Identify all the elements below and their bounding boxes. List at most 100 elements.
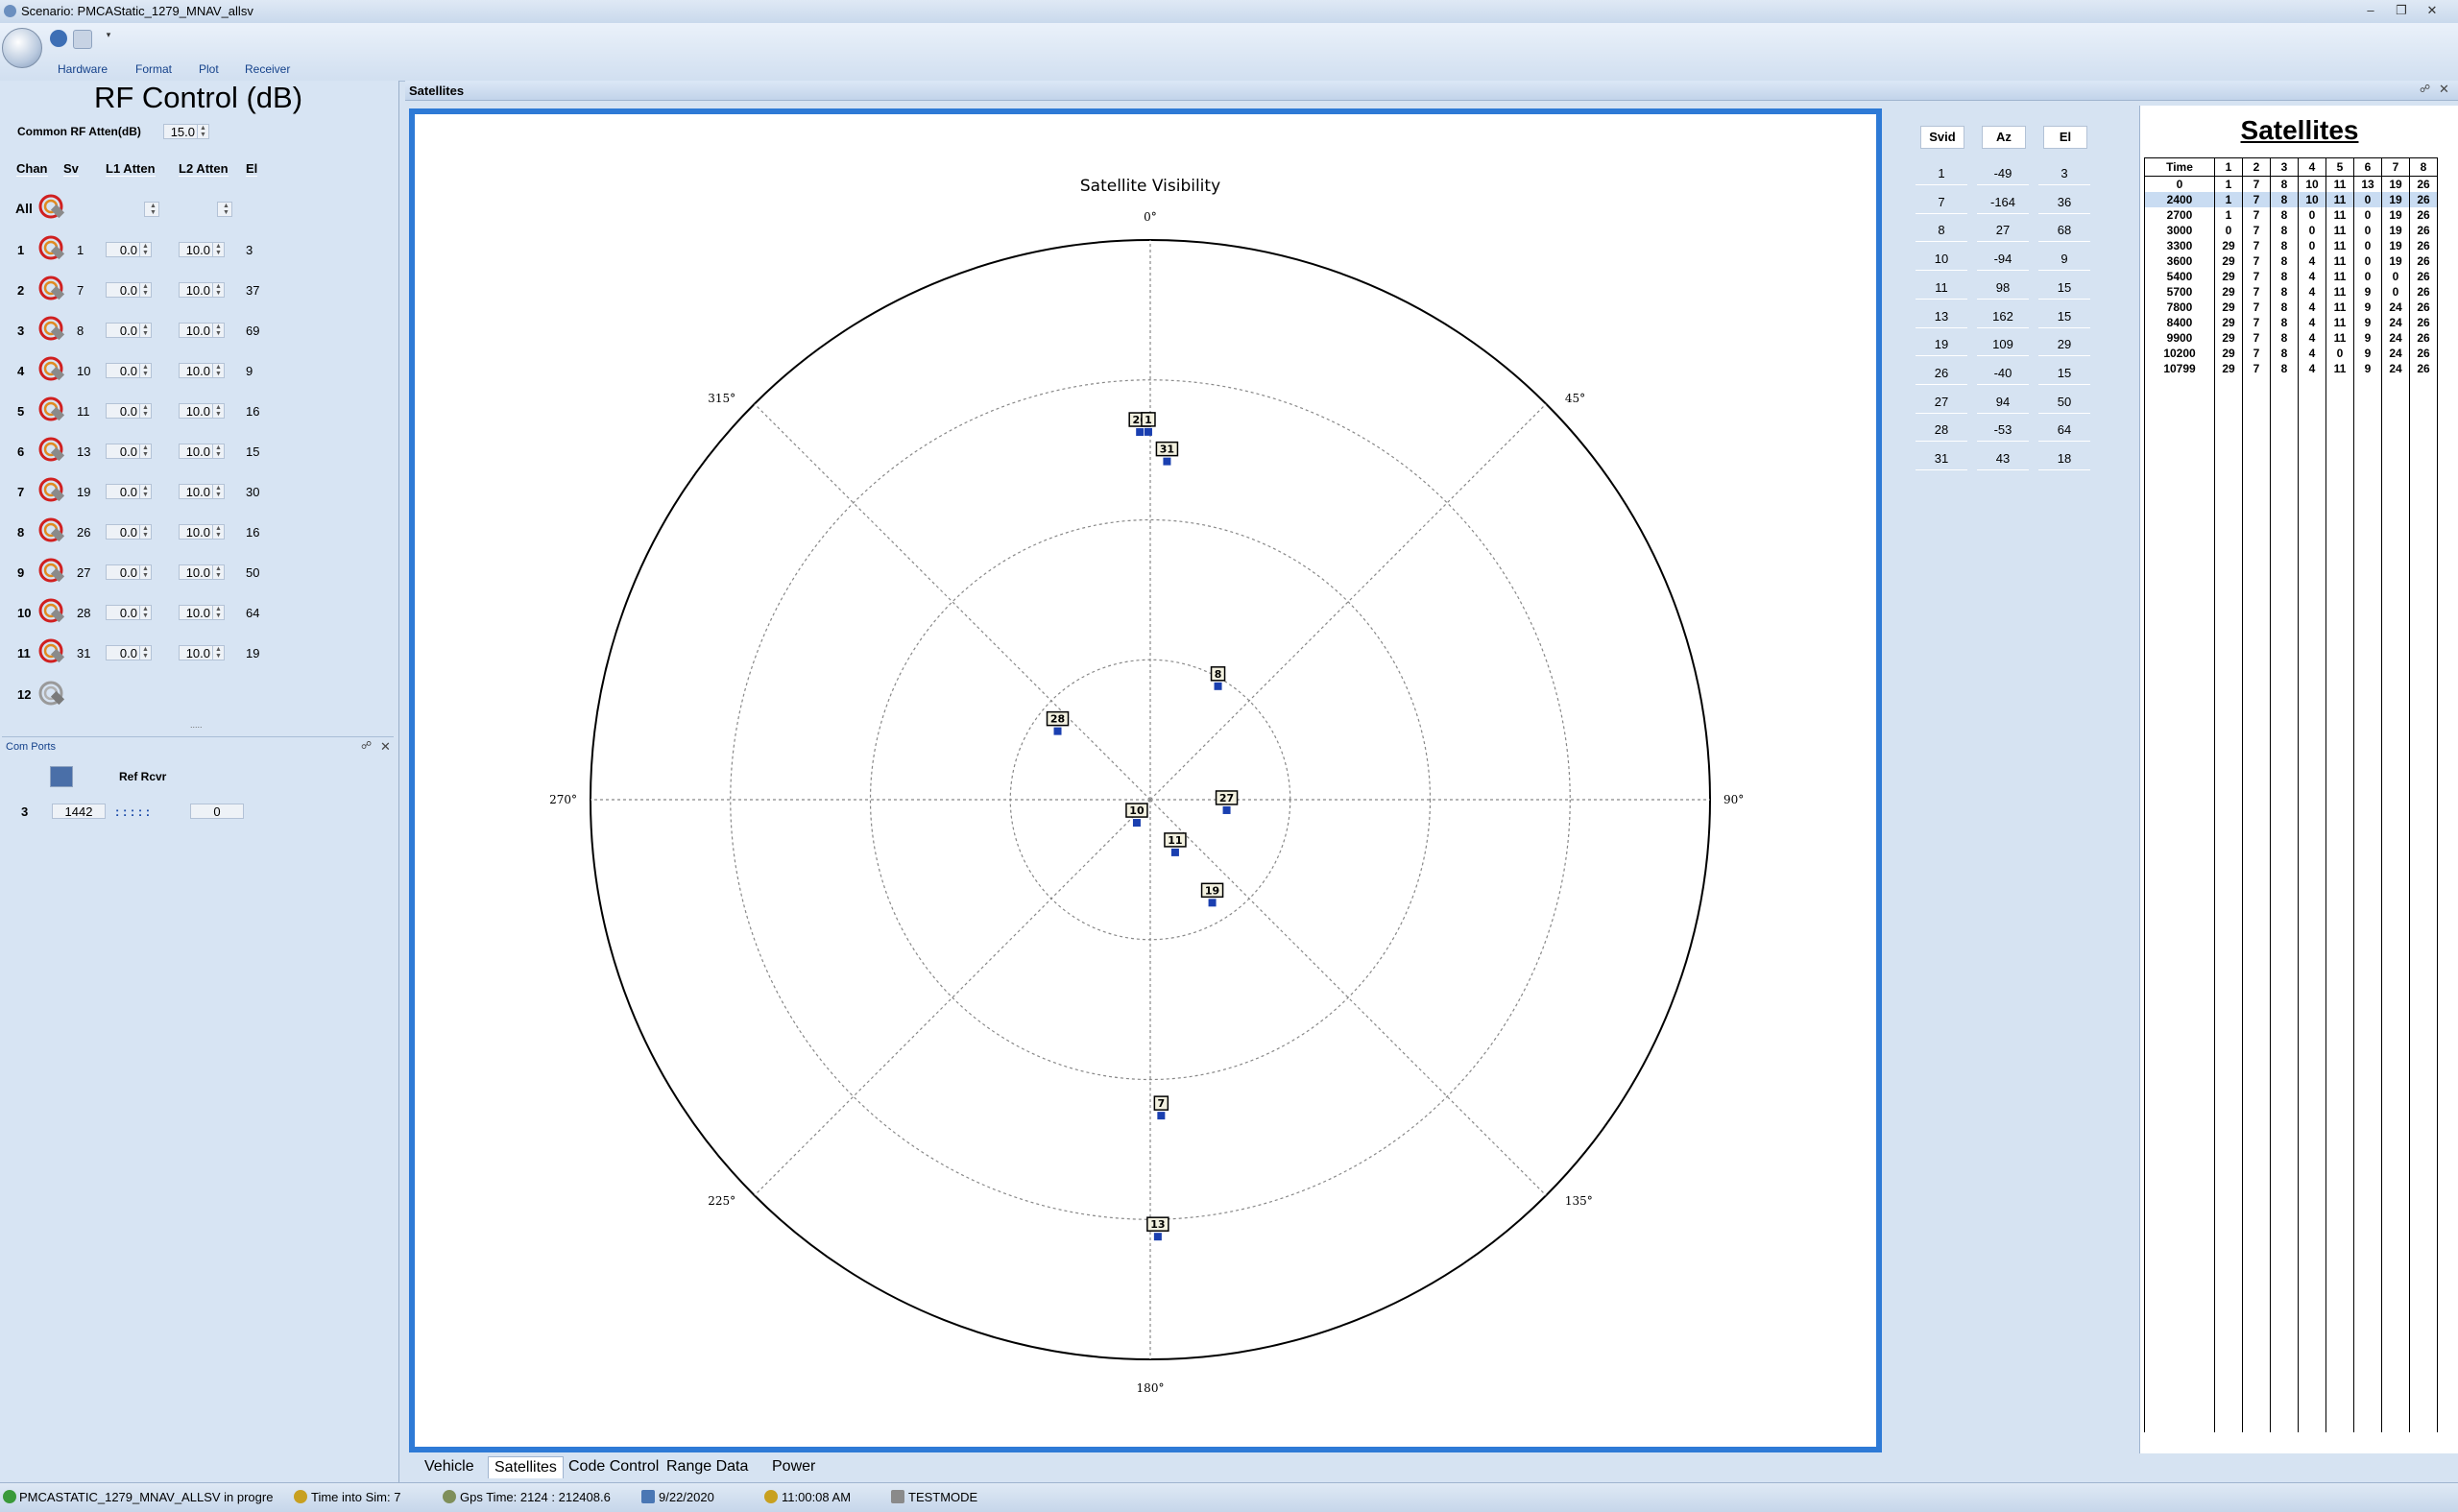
l1-atten-spinner[interactable]: 0.0 ▲ ▼	[106, 524, 152, 540]
schedule-row[interactable]: 7800 29 7 8 4 11 9 24 26	[2144, 300, 2438, 315]
l1-atten-spinner[interactable]: 0.0 ▲ ▼	[106, 323, 152, 338]
spinner-arrows-icon[interactable]: ▲ ▼	[212, 283, 224, 297]
spinner-arrows-icon[interactable]: ▲ ▼	[139, 444, 151, 458]
satellite-marker-11[interactable]: 11	[1164, 832, 1187, 856]
pin-icon[interactable]: ☍	[361, 739, 372, 752]
tab-code-control[interactable]: Code Control	[563, 1456, 664, 1477]
tab-satellites[interactable]: Satellites	[488, 1456, 564, 1478]
satellite-disabled-icon[interactable]	[38, 681, 67, 709]
satellite-marker-13[interactable]: 13	[1146, 1216, 1169, 1241]
l1-atten-spinner[interactable]: 0.0 ▲ ▼	[106, 242, 152, 257]
sv-table-header-az[interactable]: Az	[1982, 126, 2026, 149]
l1-atten-spinner[interactable]: 0.0 ▲ ▼	[106, 444, 152, 459]
spinner-arrows-icon[interactable]: ▲ ▼	[212, 364, 224, 377]
spinner-arrows-icon[interactable]: ▲ ▼	[212, 525, 224, 539]
tab-range-data[interactable]: Range Data	[661, 1456, 754, 1477]
spinner-arrows-icon[interactable]: ▲ ▼	[139, 283, 151, 297]
l1-atten-spinner[interactable]: 0.0 ▲ ▼	[106, 605, 152, 620]
satellite-marker-28[interactable]: 28	[1046, 710, 1070, 735]
l2-atten-spinner[interactable]: 10.0 ▲ ▼	[179, 605, 225, 620]
schedule-row[interactable]: 5400 29 7 8 4 11 0 0 26	[2144, 269, 2438, 284]
spinner-arrows-icon[interactable]: ▲ ▼	[139, 525, 151, 539]
tab-vehicle[interactable]: Vehicle	[419, 1456, 480, 1477]
spinner-arrows-icon[interactable]: ▲ ▼	[139, 646, 151, 660]
l1-atten-spinner[interactable]: 0.0 ▲ ▼	[106, 645, 152, 660]
pane-pin-icon[interactable]: ☍	[2420, 83, 2430, 95]
common-rf-atten-spinner[interactable]: 15.0 ▲ ▼	[163, 124, 209, 139]
l2-atten-spinner[interactable]: 10.0 ▲ ▼	[179, 403, 225, 419]
splitter-grip[interactable]: .....	[190, 720, 203, 730]
schedule-row[interactable]: 8400 29 7 8 4 11 9 24 26	[2144, 315, 2438, 330]
spinner-arrows-icon[interactable]: ▲ ▼	[139, 606, 151, 619]
l1-atten-spinner[interactable]: 0.0 ▲ ▼	[106, 484, 152, 499]
satellite-icon[interactable]	[38, 356, 67, 385]
spinner-arrows-icon[interactable]: ▲ ▼	[212, 404, 224, 418]
satellite-marker-19[interactable]: 19	[1200, 882, 1224, 907]
l2-atten-spinner[interactable]: 10.0 ▲ ▼	[179, 282, 225, 298]
application-orb-button[interactable]	[2, 28, 42, 68]
schedule-row[interactable]: 0 1 7 8 10 11 13 19 26	[2144, 176, 2438, 192]
schedule-row[interactable]: 2400 1 7 8 10 11 0 19 26	[2144, 192, 2438, 207]
l1-atten-spinner[interactable]: 0.0 ▲ ▼	[106, 363, 152, 378]
satellite-icon[interactable]	[38, 235, 67, 264]
menu-format[interactable]: Format	[135, 62, 172, 76]
info-icon[interactable]	[50, 30, 67, 47]
spinner-arrows-icon[interactable]: ▲ ▼	[212, 485, 224, 498]
maximize-button[interactable]: ❐	[2391, 3, 2412, 18]
spinner-arrows-icon[interactable]: ▲ ▼	[139, 324, 151, 337]
l2-atten-spinner[interactable]: 10.0 ▲ ▼	[179, 363, 225, 378]
spinner-arrows-icon[interactable]: ▲ ▼	[139, 565, 151, 579]
spinner-arrows-icon[interactable]: ▲ ▼	[212, 324, 224, 337]
minimize-button[interactable]: –	[2360, 3, 2381, 18]
spinner-arrows-icon[interactable]: ▲ ▼	[139, 404, 151, 418]
schedule-row[interactable]: 10200 29 7 8 4 0 9 24 26	[2144, 346, 2438, 361]
all-l1-spinner[interactable]: ▲ ▼	[144, 202, 159, 217]
satellite-icon[interactable]	[38, 598, 67, 627]
spinner-arrows-icon[interactable]: ▲ ▼	[212, 243, 224, 256]
close-com-ports-icon[interactable]: ✕	[380, 739, 391, 755]
spinner-arrows-icon[interactable]: ▲ ▼	[139, 364, 151, 377]
schedule-row[interactable]: 3000 0 7 8 0 11 0 19 26	[2144, 223, 2438, 238]
satellite-marker-8[interactable]: 8	[1210, 666, 1226, 690]
l2-atten-spinner[interactable]: 10.0 ▲ ▼	[179, 323, 225, 338]
menu-receiver[interactable]: Receiver	[245, 62, 290, 76]
satellite-icon[interactable]	[38, 558, 67, 587]
satellite-icon[interactable]	[38, 638, 67, 667]
satellite-icon[interactable]	[38, 396, 67, 425]
spinner-arrows-icon[interactable]: ▲ ▼	[212, 565, 224, 579]
com-port-field[interactable]: 1442	[52, 804, 106, 819]
menu-hardware[interactable]: Hardware	[58, 62, 108, 76]
pane-close-icon[interactable]: ✕	[2439, 82, 2449, 97]
l1-atten-spinner[interactable]: 0.0 ▲ ▼	[106, 564, 152, 580]
spinner-arrows-icon[interactable]: ▲ ▼	[212, 606, 224, 619]
ref-rcvr-field[interactable]: 0	[190, 804, 244, 819]
spinner-arrows-icon[interactable]: ▲ ▼	[212, 646, 224, 660]
schedule-row[interactable]: 2700 1 7 8 0 11 0 19 26	[2144, 207, 2438, 223]
sv-table-header-svid[interactable]: Svid	[1920, 126, 1964, 149]
quick-access-dropdown-icon[interactable]: ▾	[104, 30, 113, 47]
all-l2-spinner[interactable]: ▲ ▼	[217, 202, 232, 217]
schedule-row[interactable]: 5700 29 7 8 4 11 9 0 26	[2144, 284, 2438, 300]
schedule-row[interactable]: 3300 29 7 8 0 11 0 19 26	[2144, 238, 2438, 253]
l2-atten-spinner[interactable]: 10.0 ▲ ▼	[179, 524, 225, 540]
spinner-arrows-icon[interactable]: ▲ ▼	[139, 485, 151, 498]
satellite-icon[interactable]	[38, 437, 67, 466]
l1-atten-spinner[interactable]: 0.0 ▲ ▼	[106, 282, 152, 298]
satellite-marker-10[interactable]: 10	[1125, 803, 1148, 828]
menu-plot[interactable]: Plot	[199, 62, 219, 76]
settings-icon[interactable]	[73, 30, 92, 49]
schedule-row[interactable]: 10799 29 7 8 4 11 9 24 26	[2144, 361, 2438, 376]
spinner-arrows-icon[interactable]: ▲ ▼	[139, 243, 151, 256]
schedule-row[interactable]: 9900 29 7 8 4 11 9 24 26	[2144, 330, 2438, 346]
l2-atten-spinner[interactable]: 10.0 ▲ ▼	[179, 444, 225, 459]
satellite-icon[interactable]	[38, 517, 67, 546]
satellite-marker-31[interactable]: 31	[1155, 441, 1179, 466]
satellite-icon[interactable]	[38, 477, 67, 506]
spinner-arrows-icon[interactable]: ▲ ▼	[212, 444, 224, 458]
l2-atten-spinner[interactable]: 10.0 ▲ ▼	[179, 645, 225, 660]
close-button[interactable]: ✕	[2422, 3, 2443, 18]
satellite-all-icon[interactable]	[38, 194, 67, 223]
satellite-icon[interactable]	[38, 316, 67, 345]
sv-table-header-el[interactable]: El	[2043, 126, 2087, 149]
l1-atten-spinner[interactable]: 0.0 ▲ ▼	[106, 403, 152, 419]
